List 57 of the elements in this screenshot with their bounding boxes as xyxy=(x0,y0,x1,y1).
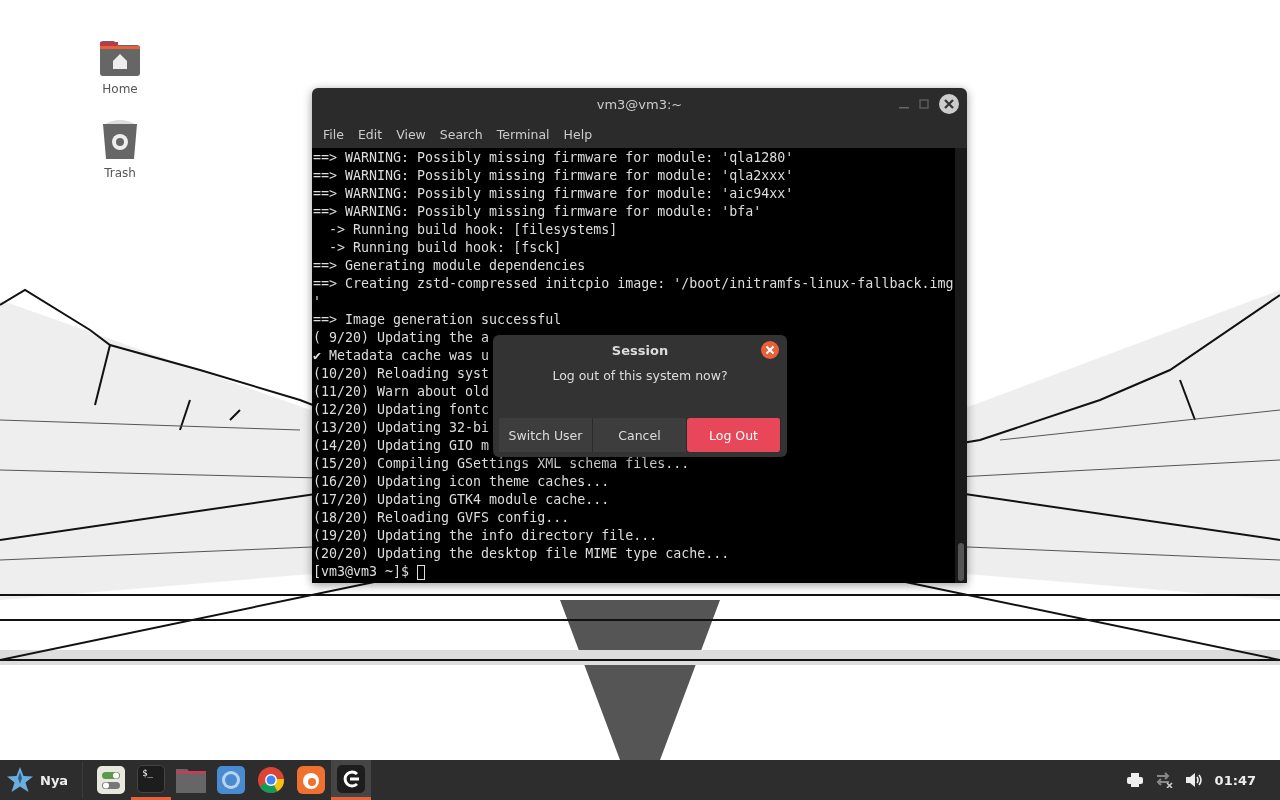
terminal-line: ✔ Metadata cache was u xyxy=(313,347,490,365)
terminal-line: (19/20) Updating the info directory file... xyxy=(313,527,658,545)
terminal-line: (18/20) Reloading GVFS config... xyxy=(313,509,570,527)
volume-icon[interactable] xyxy=(1184,772,1203,788)
text-cursor xyxy=(417,564,426,580)
terminal-line: (13/20) Updating 32-bi xyxy=(313,419,490,437)
menu-item[interactable]: Terminal xyxy=(489,126,557,142)
terminal-line: -> Running build hook: [filesystems] xyxy=(328,221,618,239)
desktop-icon-label[interactable]: Trash xyxy=(104,166,136,180)
terminal-line: ==> WARNING: Possibly missing firmware for module: 'qla2xxx' xyxy=(313,167,794,185)
terminal-line: (12/20) Updating fontc xyxy=(313,401,490,419)
scrollbar-thumb[interactable] xyxy=(958,543,964,581)
close-icon[interactable] xyxy=(761,341,779,359)
menu-item[interactable]: Search xyxy=(432,126,490,142)
terminal-line: ' xyxy=(313,293,321,311)
settings-toggle-icon xyxy=(97,766,126,794)
terminal-line: (16/20) Updating icon theme caches... xyxy=(313,473,610,491)
terminal-line: ==> WARNING: Possibly missing firmware for module: 'aic94xx' xyxy=(313,185,794,203)
log-out-button[interactable]: Log Out xyxy=(687,418,781,452)
terminal-line: -> Running build hook: [fsck] xyxy=(328,239,562,257)
menu-item[interactable]: Edit xyxy=(350,126,390,142)
trash-icon xyxy=(101,118,139,160)
close-icon[interactable] xyxy=(939,94,959,114)
window-title: vm3@vm3:~ xyxy=(596,96,683,112)
folder-icon xyxy=(176,767,207,793)
clock[interactable]: 01:47 xyxy=(1214,772,1256,788)
terminal-line: (14/20) Updating GIO m xyxy=(313,437,490,455)
dialog-button[interactable]: Cancel xyxy=(593,418,687,452)
desktop-icon-label[interactable]: Home xyxy=(102,82,138,96)
terminal-line: (11/20) Warn about old xyxy=(313,383,490,401)
terminal-line: (10/20) Reloading syst xyxy=(313,365,490,383)
start-menu-button[interactable]: Nya xyxy=(0,760,79,800)
terminal-icon: $_ xyxy=(137,764,166,793)
terminal-line: (20/20) Updating the desktop file MIME type cache... xyxy=(313,545,730,563)
terminal-line: ( 9/20) Updating the a xyxy=(313,329,490,347)
logout-icon xyxy=(337,764,366,793)
menu-item[interactable]: Help xyxy=(556,126,600,142)
taskbar-app-button[interactable]: $_ xyxy=(131,760,172,800)
terminal-line: ==> WARNING: Possibly missing firmware for module: 'qla1280' xyxy=(313,149,794,167)
browser-icon xyxy=(217,766,246,794)
terminal-line: (15/20) Compiling GSettings XML schema files... xyxy=(313,455,690,473)
menu-item[interactable]: View xyxy=(389,126,433,142)
taskbar-app-button[interactable] xyxy=(331,760,372,800)
network-disconnected-icon[interactable] xyxy=(1154,772,1173,788)
shell-prompt: [vm3@vm3 ~]$ xyxy=(313,564,411,579)
terminal-line: ==> Creating zstd-compressed initcpio image: '/boot/initramfs-linux-fallback.img xyxy=(313,275,954,293)
dialog-message: Log out of this system now? xyxy=(551,368,729,383)
terminal-line: (17/20) Updating GTK4 module cache... xyxy=(313,491,610,509)
terminal-line: ==> WARNING: Possibly missing firmware for module: 'bfa' xyxy=(313,203,762,221)
terminal-line: ==> Image generation successful xyxy=(313,311,562,329)
dialog-button[interactable]: Switch User xyxy=(499,418,593,452)
terminal-line: ==> Generating module dependencies xyxy=(313,257,586,275)
browser-icon xyxy=(257,766,286,794)
menu-item[interactable]: File xyxy=(316,126,351,142)
star-logo-icon xyxy=(6,766,34,794)
dialog-title: Session xyxy=(611,342,669,358)
home-folder-icon xyxy=(100,40,140,76)
